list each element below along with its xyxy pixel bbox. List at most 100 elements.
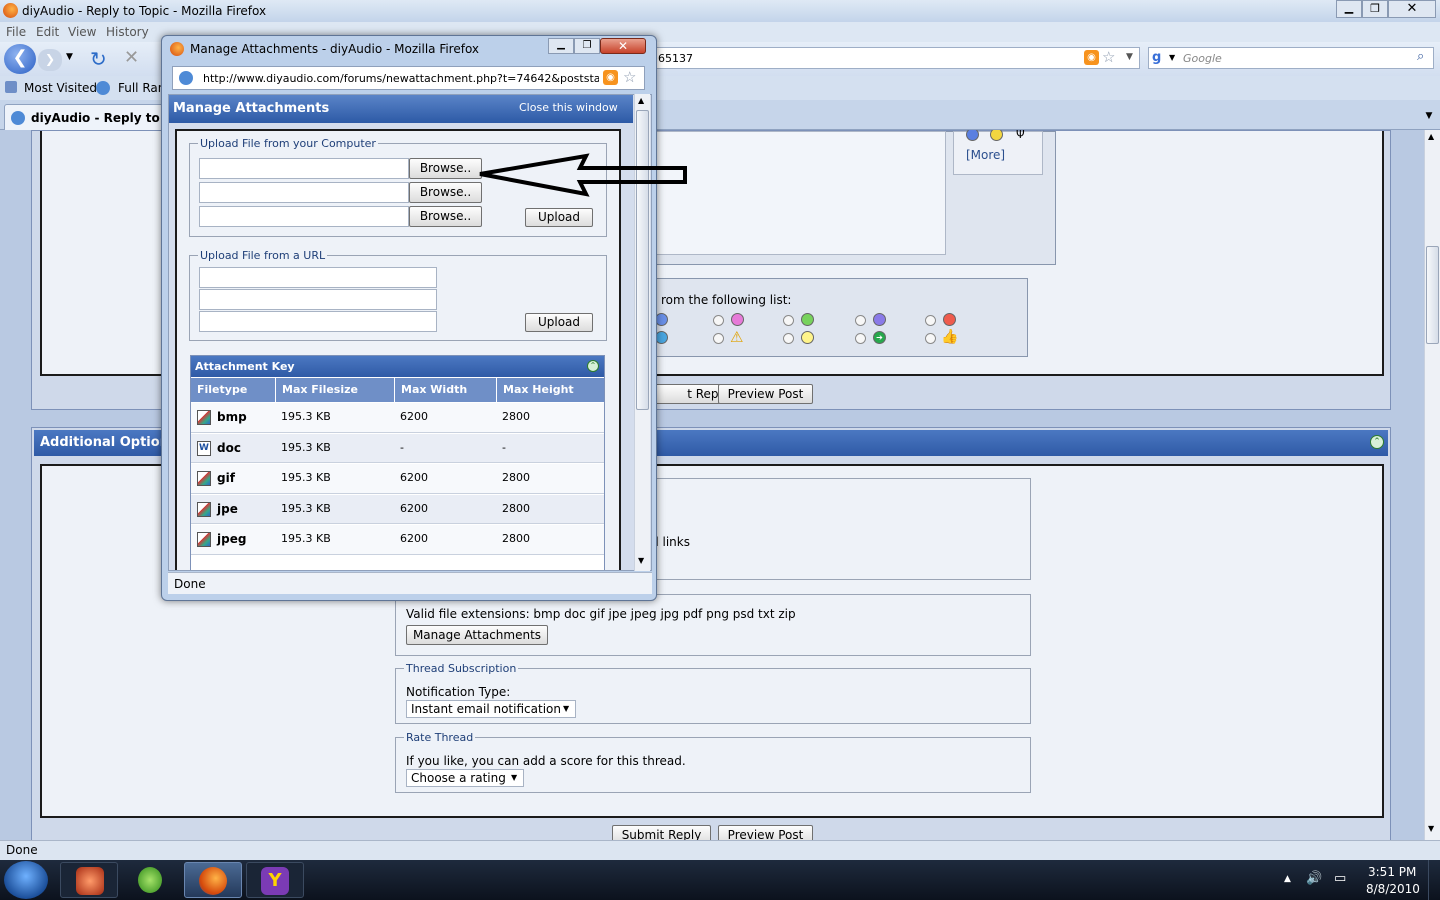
popup-scroll-down-icon[interactable]: ▼ <box>638 556 644 565</box>
post-icons-box: rom the following list: ⚠ ➔ 👍 <box>655 278 1028 357</box>
post-icon-radio-8[interactable] <box>925 315 936 326</box>
popup-star-icon[interactable]: ☆ <box>623 68 636 86</box>
file-input-1[interactable] <box>199 158 409 179</box>
scroll-up-icon[interactable]: ▲ <box>1428 132 1434 141</box>
outer-titlebar: diyAudio - Reply to Topic - Mozilla Fire… <box>0 0 1440 22</box>
post-icon-angry[interactable] <box>943 313 956 326</box>
bookmark-full-range[interactable]: Full Ran <box>118 81 165 95</box>
network-icon[interactable]: ▭ <box>1334 871 1346 886</box>
taskbar-yahoo[interactable]: Y <box>246 862 304 898</box>
browse-button-1[interactable]: Browse.. <box>409 158 482 179</box>
file-input-3[interactable] <box>199 206 409 227</box>
maximize-button[interactable]: ❐ <box>1362 0 1388 18</box>
show-desktop-button[interactable] <box>1428 860 1440 900</box>
notification-type-select[interactable]: Instant email notification ▼ <box>406 700 576 718</box>
post-icon-radio-5[interactable] <box>783 333 794 344</box>
file-input-2[interactable] <box>199 182 409 203</box>
scroll-thumb[interactable] <box>1426 246 1439 344</box>
post-icon-arrow[interactable]: ➔ <box>873 331 886 344</box>
address-bar[interactable]: 65137 ◉ ☆ ▼ <box>655 47 1140 69</box>
tab-diyaudio[interactable]: diyAudio - Reply to Top <box>4 104 187 130</box>
close-window-button[interactable]: ✕ <box>1388 0 1436 18</box>
reload-icon[interactable]: ↻ <box>90 47 107 71</box>
stop-icon[interactable]: ✕ <box>124 47 139 68</box>
tab-list-button[interactable]: ▼ <box>1420 106 1438 126</box>
notification-type-value: Instant email notification <box>411 702 561 716</box>
google-icon[interactable]: g <box>1152 50 1161 65</box>
show-hidden-icons-icon[interactable]: ▲ <box>1284 874 1291 884</box>
attachment-max-filesize: 195.3 KB <box>281 410 331 423</box>
attachment-key-row: jpeg 195.3 KB 6200 2800 <box>191 525 604 555</box>
post-icon-radio-9[interactable] <box>925 333 936 344</box>
attachment-key-collapse-icon[interactable]: ⌃ <box>587 360 599 372</box>
menu-edit[interactable]: Edit <box>36 25 59 39</box>
search-engine-dropdown-icon[interactable]: ▼ <box>1169 53 1175 62</box>
minimize-button[interactable]: ▁ <box>1336 0 1362 18</box>
col-filetype: Filetype <box>197 383 248 396</box>
attachment-filetype: jpeg <box>217 532 247 546</box>
scroll-down-icon[interactable]: ▼ <box>1428 824 1434 833</box>
popup-minimize-button[interactable]: ▁ <box>548 38 574 54</box>
collapse-icon[interactable]: ⌃ <box>1370 435 1384 449</box>
post-icon-radio-7[interactable] <box>855 333 866 344</box>
smiley-icon[interactable] <box>966 130 979 141</box>
preview-post-button[interactable]: Preview Post <box>718 825 813 840</box>
post-icon-laugh[interactable] <box>801 313 814 326</box>
browse-button-3[interactable]: Browse.. <box>409 206 482 227</box>
attachment-key-table: Attachment Key ⌃ Filetype Max Filesize M… <box>190 355 605 570</box>
post-icon-radio-2[interactable] <box>713 315 724 326</box>
taskbar-firefox[interactable] <box>184 862 242 898</box>
popup-maximize-button[interactable]: ❐ <box>574 38 600 54</box>
preview-post-button-top[interactable]: Preview Post <box>718 384 813 404</box>
attachment-max-filesize: 195.3 KB <box>281 532 331 545</box>
outer-window-title: diyAudio - Reply to Topic - Mozilla Fire… <box>22 4 267 18</box>
popup-scroll-up-icon[interactable]: ▲ <box>638 96 644 105</box>
bookmark-most-visited[interactable]: Most Visited <box>24 81 97 95</box>
upload-computer-button[interactable]: Upload <box>525 208 593 227</box>
grin-icon[interactable] <box>990 130 1003 141</box>
more-smilies-link[interactable]: [More] <box>966 148 1005 162</box>
post-icon-warning[interactable]: ⚠ <box>730 328 743 346</box>
menu-file[interactable]: File <box>6 25 26 39</box>
upload-url-button[interactable]: Upload <box>525 313 593 332</box>
taskbar-app-2[interactable] <box>122 862 180 898</box>
rss-icon[interactable]: ◉ <box>1084 50 1099 65</box>
forward-button[interactable]: ❯ <box>38 49 62 71</box>
post-icon-radio-3[interactable] <box>713 333 724 344</box>
clock-time[interactable]: 3:51 PM <box>1368 865 1416 879</box>
close-this-window-link[interactable]: Close this window <box>519 101 618 114</box>
clock-date[interactable]: 8/8/2010 <box>1366 882 1420 896</box>
url-input-2[interactable] <box>199 289 437 310</box>
bookmark-star-icon[interactable]: ☆ <box>1102 48 1115 66</box>
post-icon-radio-6[interactable] <box>855 315 866 326</box>
start-button[interactable] <box>4 861 48 899</box>
notification-type-label: Notification Type: <box>406 685 511 699</box>
history-dropdown-icon[interactable]: ▼ <box>66 52 73 62</box>
manage-attachments-button[interactable]: Manage Attachments <box>406 625 548 645</box>
post-icon-sad[interactable] <box>873 313 886 326</box>
menu-history[interactable]: History <box>106 25 149 39</box>
submit-reply-button[interactable]: Submit Reply <box>612 825 711 840</box>
page-scrollbar[interactable]: ▲ ▼ <box>1424 130 1440 840</box>
taskbar-app-1[interactable] <box>60 862 118 898</box>
search-icon[interactable]: ⌕ <box>1417 49 1424 64</box>
browse-button-2[interactable]: Browse.. <box>409 182 482 203</box>
popup-address-bar[interactable]: http://www.diyaudio.com/forums/newattach… <box>172 66 645 90</box>
post-icon-radio-4[interactable] <box>783 315 794 326</box>
address-dropdown-icon[interactable]: ▼ <box>1126 52 1133 62</box>
back-button[interactable]: ❮ <box>4 44 36 74</box>
volume-icon[interactable]: 🔊 <box>1306 871 1322 886</box>
rating-select[interactable]: Choose a rating ▼ <box>406 769 524 787</box>
popup-rss-icon[interactable]: ◉ <box>603 70 618 85</box>
post-icon-lightbulb[interactable] <box>801 331 814 344</box>
url-input-3[interactable] <box>199 311 437 332</box>
post-icon-tongue[interactable] <box>731 313 744 326</box>
menu-view[interactable]: View <box>68 25 96 39</box>
url-input-1[interactable] <box>199 267 437 288</box>
post-icon-thumbsup[interactable]: 👍 <box>941 329 958 345</box>
search-box[interactable]: g ▼ Google ⌕ <box>1148 47 1434 69</box>
col-max-height: Max Height <box>496 378 574 402</box>
popup-close-button[interactable]: ✕ <box>600 38 646 54</box>
col-max-width: Max Width <box>394 378 467 402</box>
antenna-icon[interactable]: Ψ <box>1016 130 1025 141</box>
